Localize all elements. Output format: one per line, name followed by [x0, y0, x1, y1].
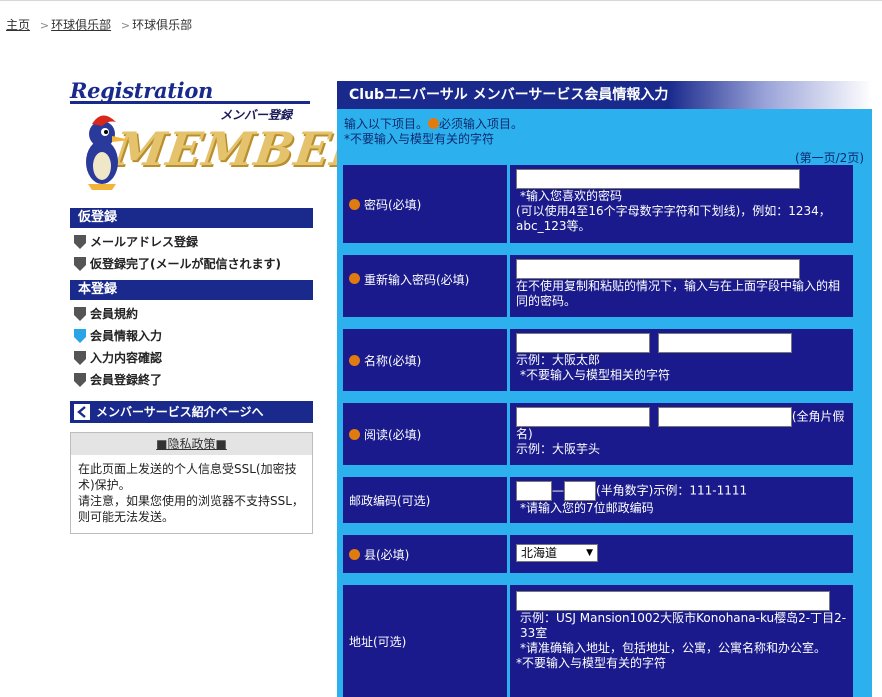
logo-underline: [70, 101, 310, 104]
breadcrumb-club-link[interactable]: 环球俱乐部: [51, 18, 111, 32]
step-label: 会員情報入力: [90, 329, 163, 343]
breadcrumb: 主页 > 环球俱乐部 > 环球俱乐部: [6, 16, 192, 33]
privacy-policy-link[interactable]: ■隐私政策■: [156, 437, 227, 451]
note-model-chars: *不要输入与模型有关的字符: [344, 132, 495, 146]
step-registration-finished: 会員登録終了: [74, 371, 162, 388]
intro-link-label: メンバーサービス紹介ページへ: [96, 405, 264, 419]
prefecture-select[interactable]: 北海道 ▼: [516, 544, 598, 562]
step-marker-icon: [74, 256, 86, 271]
breadcrumb-separator-icon: >: [39, 19, 50, 32]
required-dot-icon: [349, 428, 360, 440]
woody-woodpecker-icon: [86, 115, 130, 190]
privacy-text-browser: 请注意，如果您使用的浏览器不支持SSL，则可能无法发送。: [78, 494, 304, 524]
step-marker-icon: [74, 350, 86, 365]
form-row-password-confirm: 重新输入密码(必填) 在不使用复制和粘贴的情况下，输入与在上面字段中输入的相同的…: [343, 255, 853, 317]
address-note-model: *不要输入与模型有关的字符: [516, 656, 667, 670]
top-divider: [0, 0, 882, 1]
postal-dash: —: [552, 483, 564, 498]
page-indicator: (第一页/2页): [794, 151, 864, 165]
name-note: *不要输入与模型相关的字符: [520, 368, 671, 382]
form-row-address: 地址(可选) 示例：USJ Mansion1002大阪市Konohana-ku樱…: [343, 585, 853, 697]
password-confirm-input[interactable]: [516, 259, 800, 279]
step-prereg-complete: 仮登録完了(メールが配信されます): [74, 255, 281, 272]
postal-code-first-input[interactable]: [516, 481, 552, 501]
step-label: メールアドレス登録: [90, 235, 199, 249]
privacy-box: ■隐私政策■ 在此页面上发送的个人信息受SSL(加密技术)保护。 请注意，如果您…: [70, 432, 313, 534]
form-row-name: 名称(必填) 示例：大阪太郎 *不要输入与模型相关的字符: [343, 329, 853, 391]
required-dot-icon: [349, 548, 360, 560]
last-name-reading-input[interactable]: [516, 407, 650, 427]
prefecture-selected: 北海道: [521, 545, 558, 560]
step-marker-icon: [74, 306, 86, 321]
step-member-terms: 会員規約: [74, 305, 138, 322]
step-marker-icon: [74, 372, 86, 387]
logo-registration-text: Registration: [70, 78, 214, 103]
chevron-down-icon: ▼: [586, 547, 593, 558]
form-row-prefecture: 县(必填) 北海道 ▼: [343, 535, 853, 573]
step-active-marker-icon: [74, 328, 86, 343]
required-dot-icon: [428, 118, 440, 129]
logo-members-tag: メンバー登録: [220, 108, 293, 122]
step-label: 会員規約: [90, 307, 139, 321]
registration-members-logo: Registration メンバー登録 MEMBERS: [70, 78, 408, 198]
postal-note: *请输入您的7位邮政编码: [520, 501, 654, 515]
step-label: 入力内容確認: [90, 351, 163, 365]
password-confirm-hint: 在不使用复制和粘贴的情况下，输入与在上面字段中输入的相同的密码。: [516, 279, 841, 308]
step-label: 仮登録完了(メールが配信されます): [90, 257, 281, 271]
address-input[interactable]: [516, 591, 830, 611]
reading-example: 示例：大阪芋头: [516, 442, 601, 456]
password-input[interactable]: [516, 169, 800, 189]
page-title: Clubユニバーサル メンバーサービス会員情報入力: [337, 81, 872, 109]
step-label: 会員登録終了: [90, 373, 163, 387]
name-label: 名称(必填): [364, 353, 422, 368]
first-name-reading-input[interactable]: [657, 407, 792, 427]
privacy-text-ssl: 在此页面上发送的个人信息受SSL(加密技术)保护。: [78, 462, 297, 492]
required-dot-icon: [349, 354, 360, 366]
prereg-header: 仮登録: [70, 208, 313, 228]
required-dot-icon: [349, 198, 360, 210]
postal-info: (半角数字)示例：111-1111: [596, 483, 748, 498]
required-dot-icon: [349, 273, 360, 284]
step-email-registration: メールアドレス登録: [74, 233, 198, 250]
step-marker-icon: [74, 234, 86, 249]
breadcrumb-home-link[interactable]: 主页: [6, 18, 30, 32]
form-row-postal-code: 邮政编码(可选) — (半角数字)示例：111-1111 *请输入您的7位邮政编码: [343, 477, 853, 523]
arrow-left-icon: [74, 404, 90, 420]
address-example: 示例：USJ Mansion1002大阪市Konohana-ku樱岛2-丁目2-…: [520, 611, 847, 640]
name-example: 示例：大阪太郎: [516, 353, 601, 367]
note-required-text: 必须输入项目。: [439, 117, 524, 131]
postal-code-second-input[interactable]: [564, 481, 596, 501]
step-confirm-input: 入力内容確認: [74, 349, 162, 366]
prefecture-label: 县(必填): [364, 547, 410, 562]
reading-label: 阅读(必填): [364, 427, 422, 442]
first-name-input[interactable]: [657, 333, 792, 353]
password-hint: *输入您喜欢的密码: [520, 189, 623, 203]
password-confirm-label: 重新输入密码(必填): [364, 273, 470, 287]
breadcrumb-separator-icon: >: [120, 19, 131, 32]
breadcrumb-current: 环球俱乐部: [132, 18, 193, 32]
address-note-accuracy: *请准确输入地址，包括地址，公寓，公寓名称和办公室。: [520, 641, 827, 655]
password-label: 密码(必填): [364, 197, 422, 212]
step-member-info-input-active: 会員情報入力: [74, 327, 162, 344]
member-service-intro-link[interactable]: メンバーサービス紹介ページへ: [70, 401, 313, 423]
address-label: 地址(可选): [349, 634, 407, 649]
reg-header: 本登録: [70, 280, 313, 300]
last-name-input[interactable]: [516, 333, 650, 353]
note-input-text: 输入以下项目。: [344, 117, 429, 131]
form-notes: 输入以下项目。 必须输入项目。 *不要输入与模型有关的字符: [344, 117, 523, 147]
postal-label: 邮政编码(可选): [349, 493, 431, 508]
form-row-password: 密码(必填) *输入您喜欢的密码 (可以使用4至16个字母数字字符和下划线)，例…: [343, 165, 853, 243]
form-row-reading: 阅读(必填) (全角片假名) 示例：大阪芋头: [343, 403, 853, 465]
password-rules: (可以使用4至16个字母数字字符和下划线)，例如：1234，abc_123等。: [516, 204, 831, 233]
